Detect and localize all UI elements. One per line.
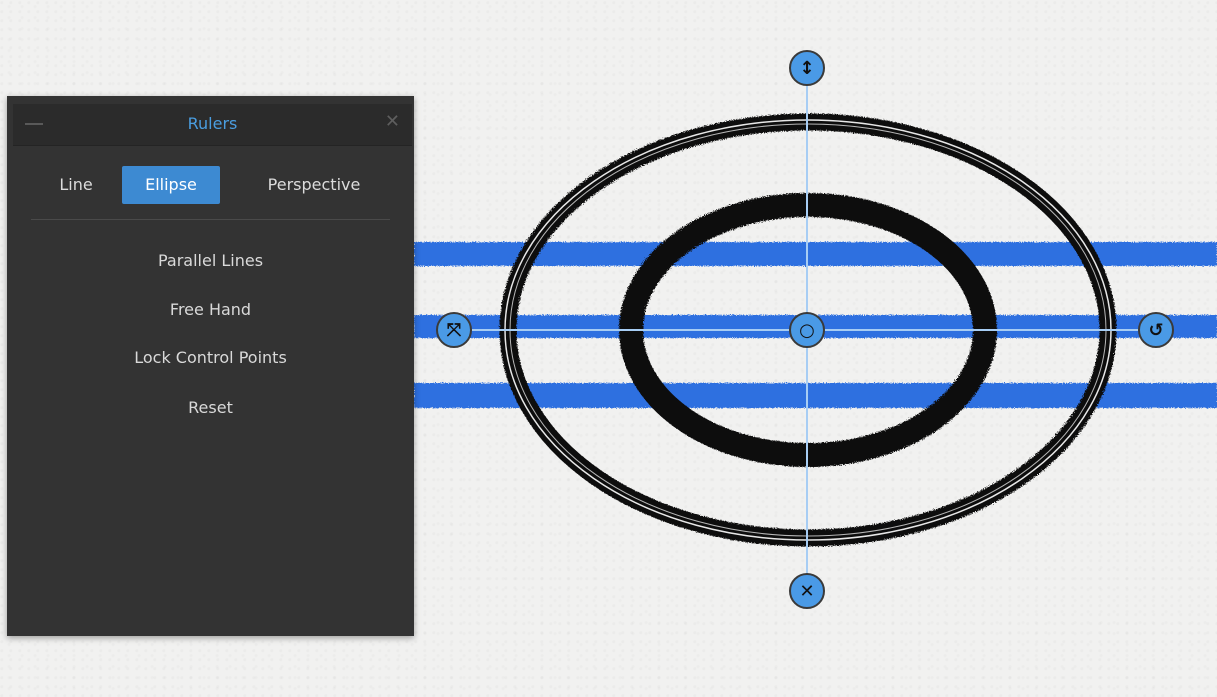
center-move-handle[interactable]: ○ — [789, 312, 825, 348]
tab-line[interactable]: Line — [51, 166, 101, 204]
vertical-resize-icon: ↕ — [799, 57, 815, 79]
divider — [31, 219, 390, 220]
reset-button[interactable]: Reset — [7, 393, 414, 423]
tab-ellipse[interactable]: Ellipse — [122, 166, 220, 204]
delete-ruler-handle[interactable]: ✕ — [789, 573, 825, 609]
center-dot-icon: ○ — [799, 319, 815, 341]
vertical-resize-handle[interactable]: ↕ — [789, 50, 825, 86]
rotate-handle[interactable]: ↺ — [1138, 312, 1174, 348]
panel-titlebar[interactable]: Rulers ✕ — [13, 104, 412, 146]
expand-icon: ⤧ — [446, 319, 462, 341]
rulers-panel: Rulers ✕ Line Ellipse Perspective Parall… — [7, 96, 414, 636]
free-hand-button[interactable]: Free Hand — [7, 295, 414, 325]
tab-perspective[interactable]: Perspective — [247, 166, 381, 204]
panel-title: Rulers — [187, 114, 238, 133]
close-icon[interactable]: ✕ — [385, 112, 400, 132]
rotate-icon: ↺ — [1148, 319, 1164, 341]
scale-handle[interactable]: ⤧ — [436, 312, 472, 348]
close-icon: ✕ — [799, 580, 815, 602]
ruler-type-tabs: Line Ellipse Perspective — [7, 166, 414, 206]
lock-control-points-button[interactable]: Lock Control Points — [7, 343, 414, 373]
parallel-lines-button[interactable]: Parallel Lines — [7, 246, 414, 276]
